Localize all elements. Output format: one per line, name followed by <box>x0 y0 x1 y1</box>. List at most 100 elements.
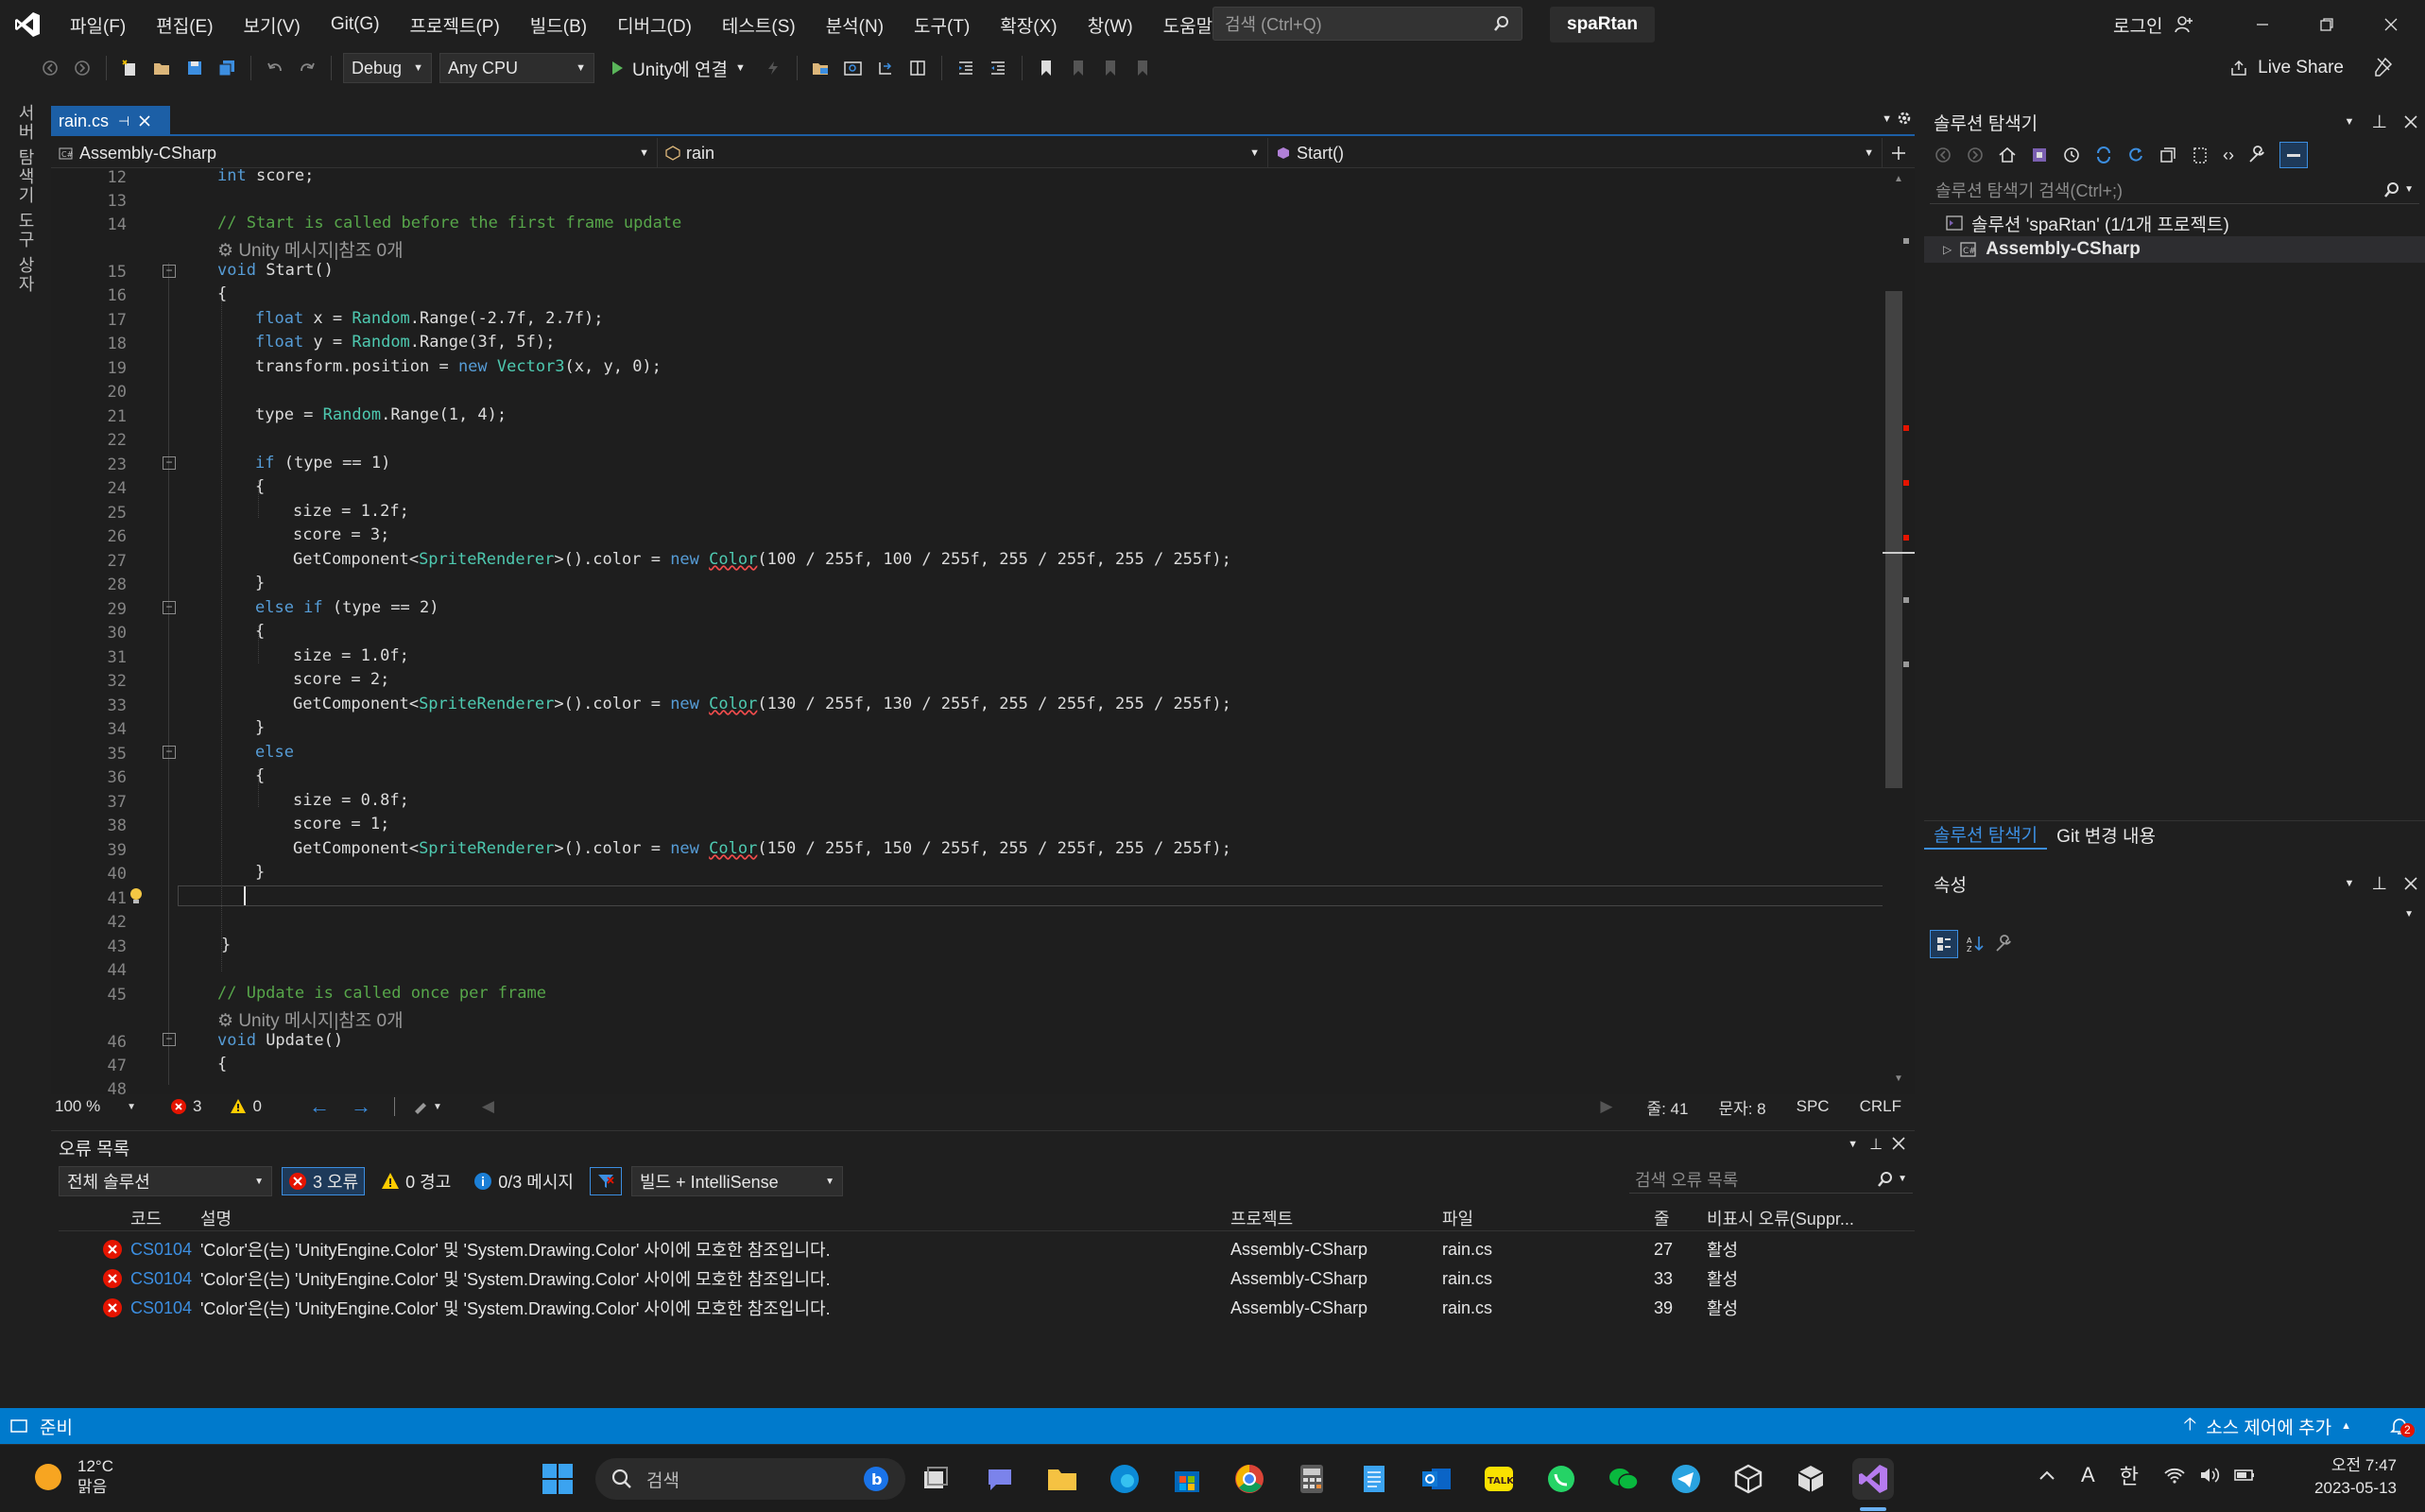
solution-name-badge[interactable]: spaRtan <box>1550 7 1655 43</box>
build-filter-select[interactable]: 빌드 + IntelliSense ▼ <box>630 1166 843 1196</box>
telegram-icon[interactable] <box>1665 1458 1707 1500</box>
hot-reload-icon[interactable] <box>761 56 785 80</box>
pin-icon[interactable]: ⊥ <box>1869 1135 1883 1154</box>
cursor-column[interactable]: 문자: 8 <box>1718 1095 1765 1119</box>
browse-icon[interactable] <box>809 56 834 80</box>
column-code[interactable]: 코드 <box>130 1206 200 1230</box>
menu-build[interactable]: 빌드(B) <box>515 0 602 49</box>
warning-count[interactable]: 0 <box>230 1097 262 1116</box>
minimize-button[interactable] <box>2230 0 2295 49</box>
save-icon[interactable] <box>182 56 207 80</box>
panel-menu-icon[interactable]: ▼ <box>2345 878 2355 889</box>
chrome-icon[interactable] <box>1229 1458 1270 1500</box>
object-select[interactable]: ▼ <box>1924 900 2425 928</box>
prev-bookmark-icon[interactable] <box>1066 56 1091 80</box>
categorized-icon[interactable] <box>1930 930 1958 958</box>
codelens[interactable]: ⚙ Unity 메시지|참조 0개 <box>217 236 404 262</box>
collapse-all-icon[interactable] <box>2158 146 2177 164</box>
redo-icon[interactable] <box>295 56 319 80</box>
menu-test[interactable]: 테스트(S) <box>707 0 811 49</box>
errors-filter-button[interactable]: 3 오류 <box>282 1167 366 1195</box>
error-code-link[interactable]: CS0104 <box>130 1269 200 1289</box>
tab-rain-cs[interactable]: rain.cs ⊣ <box>51 106 170 136</box>
menu-project[interactable]: 프로젝트(P) <box>395 0 515 49</box>
refresh-icon[interactable] <box>2126 146 2145 164</box>
sync-icon[interactable] <box>2094 146 2113 164</box>
error-code-link[interactable]: CS0104 <box>130 1298 200 1318</box>
clear-bookmarks-icon[interactable] <box>1130 56 1155 80</box>
undo-icon[interactable] <box>263 56 287 80</box>
edge-browser-icon[interactable] <box>1104 1458 1145 1500</box>
home-icon[interactable] <box>1998 146 2017 164</box>
start-button[interactable] <box>537 1458 578 1500</box>
source-control-button[interactable]: 🡡 소스 제어에 추가 ▲ <box>2184 1411 2351 1441</box>
forward-icon[interactable] <box>70 56 95 80</box>
unity-editor-icon[interactable] <box>1790 1458 1832 1500</box>
code-cleanup-icon[interactable]: ▼ <box>412 1098 442 1115</box>
error-row[interactable]: CS0104 'Color'은(는) 'UnityEngine.Color' 및… <box>59 1264 1915 1293</box>
restore-button[interactable] <box>2295 0 2359 49</box>
outdent-icon[interactable] <box>986 56 1010 80</box>
fold-toggle[interactable]: − <box>163 746 176 759</box>
panel-menu-icon[interactable]: ▼ <box>2345 116 2355 128</box>
project-dropdown[interactable]: C# Assembly-CSharp ▼ <box>51 138 658 168</box>
indent-icon[interactable] <box>954 56 978 80</box>
notifications-button[interactable]: 2 <box>2389 1416 2415 1437</box>
project-node[interactable]: ▷ C# Assembly-CSharp <box>1924 236 2425 263</box>
fold-toggle[interactable]: − <box>163 601 176 614</box>
task-view-icon[interactable] <box>915 1458 956 1500</box>
close-icon[interactable] <box>139 115 150 127</box>
scrollbar-thumb[interactable] <box>1885 291 1902 788</box>
expand-chevron-icon[interactable]: ▷ <box>1943 243 1952 256</box>
split-editor-icon[interactable] <box>1883 138 1915 168</box>
notepad-icon[interactable] <box>1353 1458 1395 1500</box>
wechat-icon[interactable] <box>1603 1458 1644 1500</box>
platform-select[interactable]: Any CPU ▼ <box>439 53 594 83</box>
close-icon[interactable] <box>1892 1137 1905 1150</box>
outlook-icon[interactable] <box>1416 1458 1457 1500</box>
feedback-icon[interactable] <box>2372 55 2397 79</box>
column-suppression[interactable]: 비표시 오류(Suppr... <box>1707 1206 1877 1230</box>
config-select[interactable]: Debug ▼ <box>343 53 432 83</box>
tab-git-changes[interactable]: Git 변경 내용 <box>2047 822 2165 848</box>
warnings-filter-button[interactable]: 0 경고 <box>374 1167 457 1195</box>
tab-solution-explorer[interactable]: 솔루션 탐색기 <box>1924 821 2048 850</box>
code-editor[interactable]: − − − − − 12 13 14 15 16 17 18 19 20 21 … <box>51 168 1883 1094</box>
close-icon[interactable] <box>2404 115 2417 129</box>
back-icon[interactable] <box>1934 146 1952 164</box>
error-row[interactable]: CS0104 'Color'은(는) 'UnityEngine.Color' 및… <box>59 1294 1915 1322</box>
error-count[interactable]: 3 <box>170 1097 201 1116</box>
bookmark-icon[interactable] <box>1034 56 1058 80</box>
calculator-icon[interactable] <box>1291 1458 1333 1500</box>
solution-root-node[interactable]: 솔루션 'spaRtan' (1/1개 프로젝트) <box>1924 210 2425 236</box>
column-line[interactable]: 줄 <box>1654 1206 1707 1230</box>
menu-file[interactable]: 파일(F) <box>55 0 141 49</box>
class-dropdown[interactable]: rain ▼ <box>658 138 1268 168</box>
error-code-link[interactable]: CS0104 <box>130 1240 200 1260</box>
menu-git[interactable]: Git(G) <box>316 0 395 49</box>
view-code-icon[interactable]: ‹› <box>2223 146 2234 165</box>
editor-vertical-scrollbar[interactable]: ▲ ▼ <box>1883 168 1915 1094</box>
menu-tools[interactable]: 도구(T) <box>899 0 985 49</box>
clock[interactable]: 오전 7:47 2023-05-13 <box>2298 1454 2397 1500</box>
property-pages-wrench-icon[interactable] <box>1994 935 2013 954</box>
kakaotalk-icon[interactable]: TALK <box>1478 1458 1520 1500</box>
scroll-down-icon[interactable]: ▼ <box>1894 1074 1903 1084</box>
back-icon[interactable] <box>38 56 62 80</box>
solution-search-input[interactable]: 솔루션 탐색기 검색(Ctrl+;) ▼ <box>1930 176 2419 204</box>
pin-icon[interactable]: ⊥ <box>2371 112 2387 133</box>
prev-issue-arrow-icon[interactable]: ← <box>309 1094 330 1119</box>
unity-hub-icon[interactable] <box>1728 1458 1769 1500</box>
panel-menu-icon[interactable]: ▼ <box>1848 1139 1858 1150</box>
scope-select[interactable]: 전체 솔루션 ▼ <box>59 1166 272 1196</box>
login-button[interactable]: 로그인 <box>2113 0 2194 49</box>
menu-extensions[interactable]: 확장(X) <box>985 0 1072 49</box>
messages-filter-button[interactable]: 0/3 메시지 <box>467 1167 580 1195</box>
column-file[interactable]: 파일 <box>1442 1206 1654 1230</box>
error-row[interactable]: CS0104 'Color'은(는) 'UnityEngine.Color' 및… <box>59 1235 1915 1263</box>
fold-toggle[interactable]: − <box>163 1033 176 1046</box>
column-project[interactable]: 프로젝트 <box>1230 1206 1442 1230</box>
forward-icon[interactable] <box>1966 146 1985 164</box>
preview-toggle-icon[interactable] <box>2279 142 2308 168</box>
run-button[interactable]: Unity에 연결 ▼ <box>602 53 753 83</box>
